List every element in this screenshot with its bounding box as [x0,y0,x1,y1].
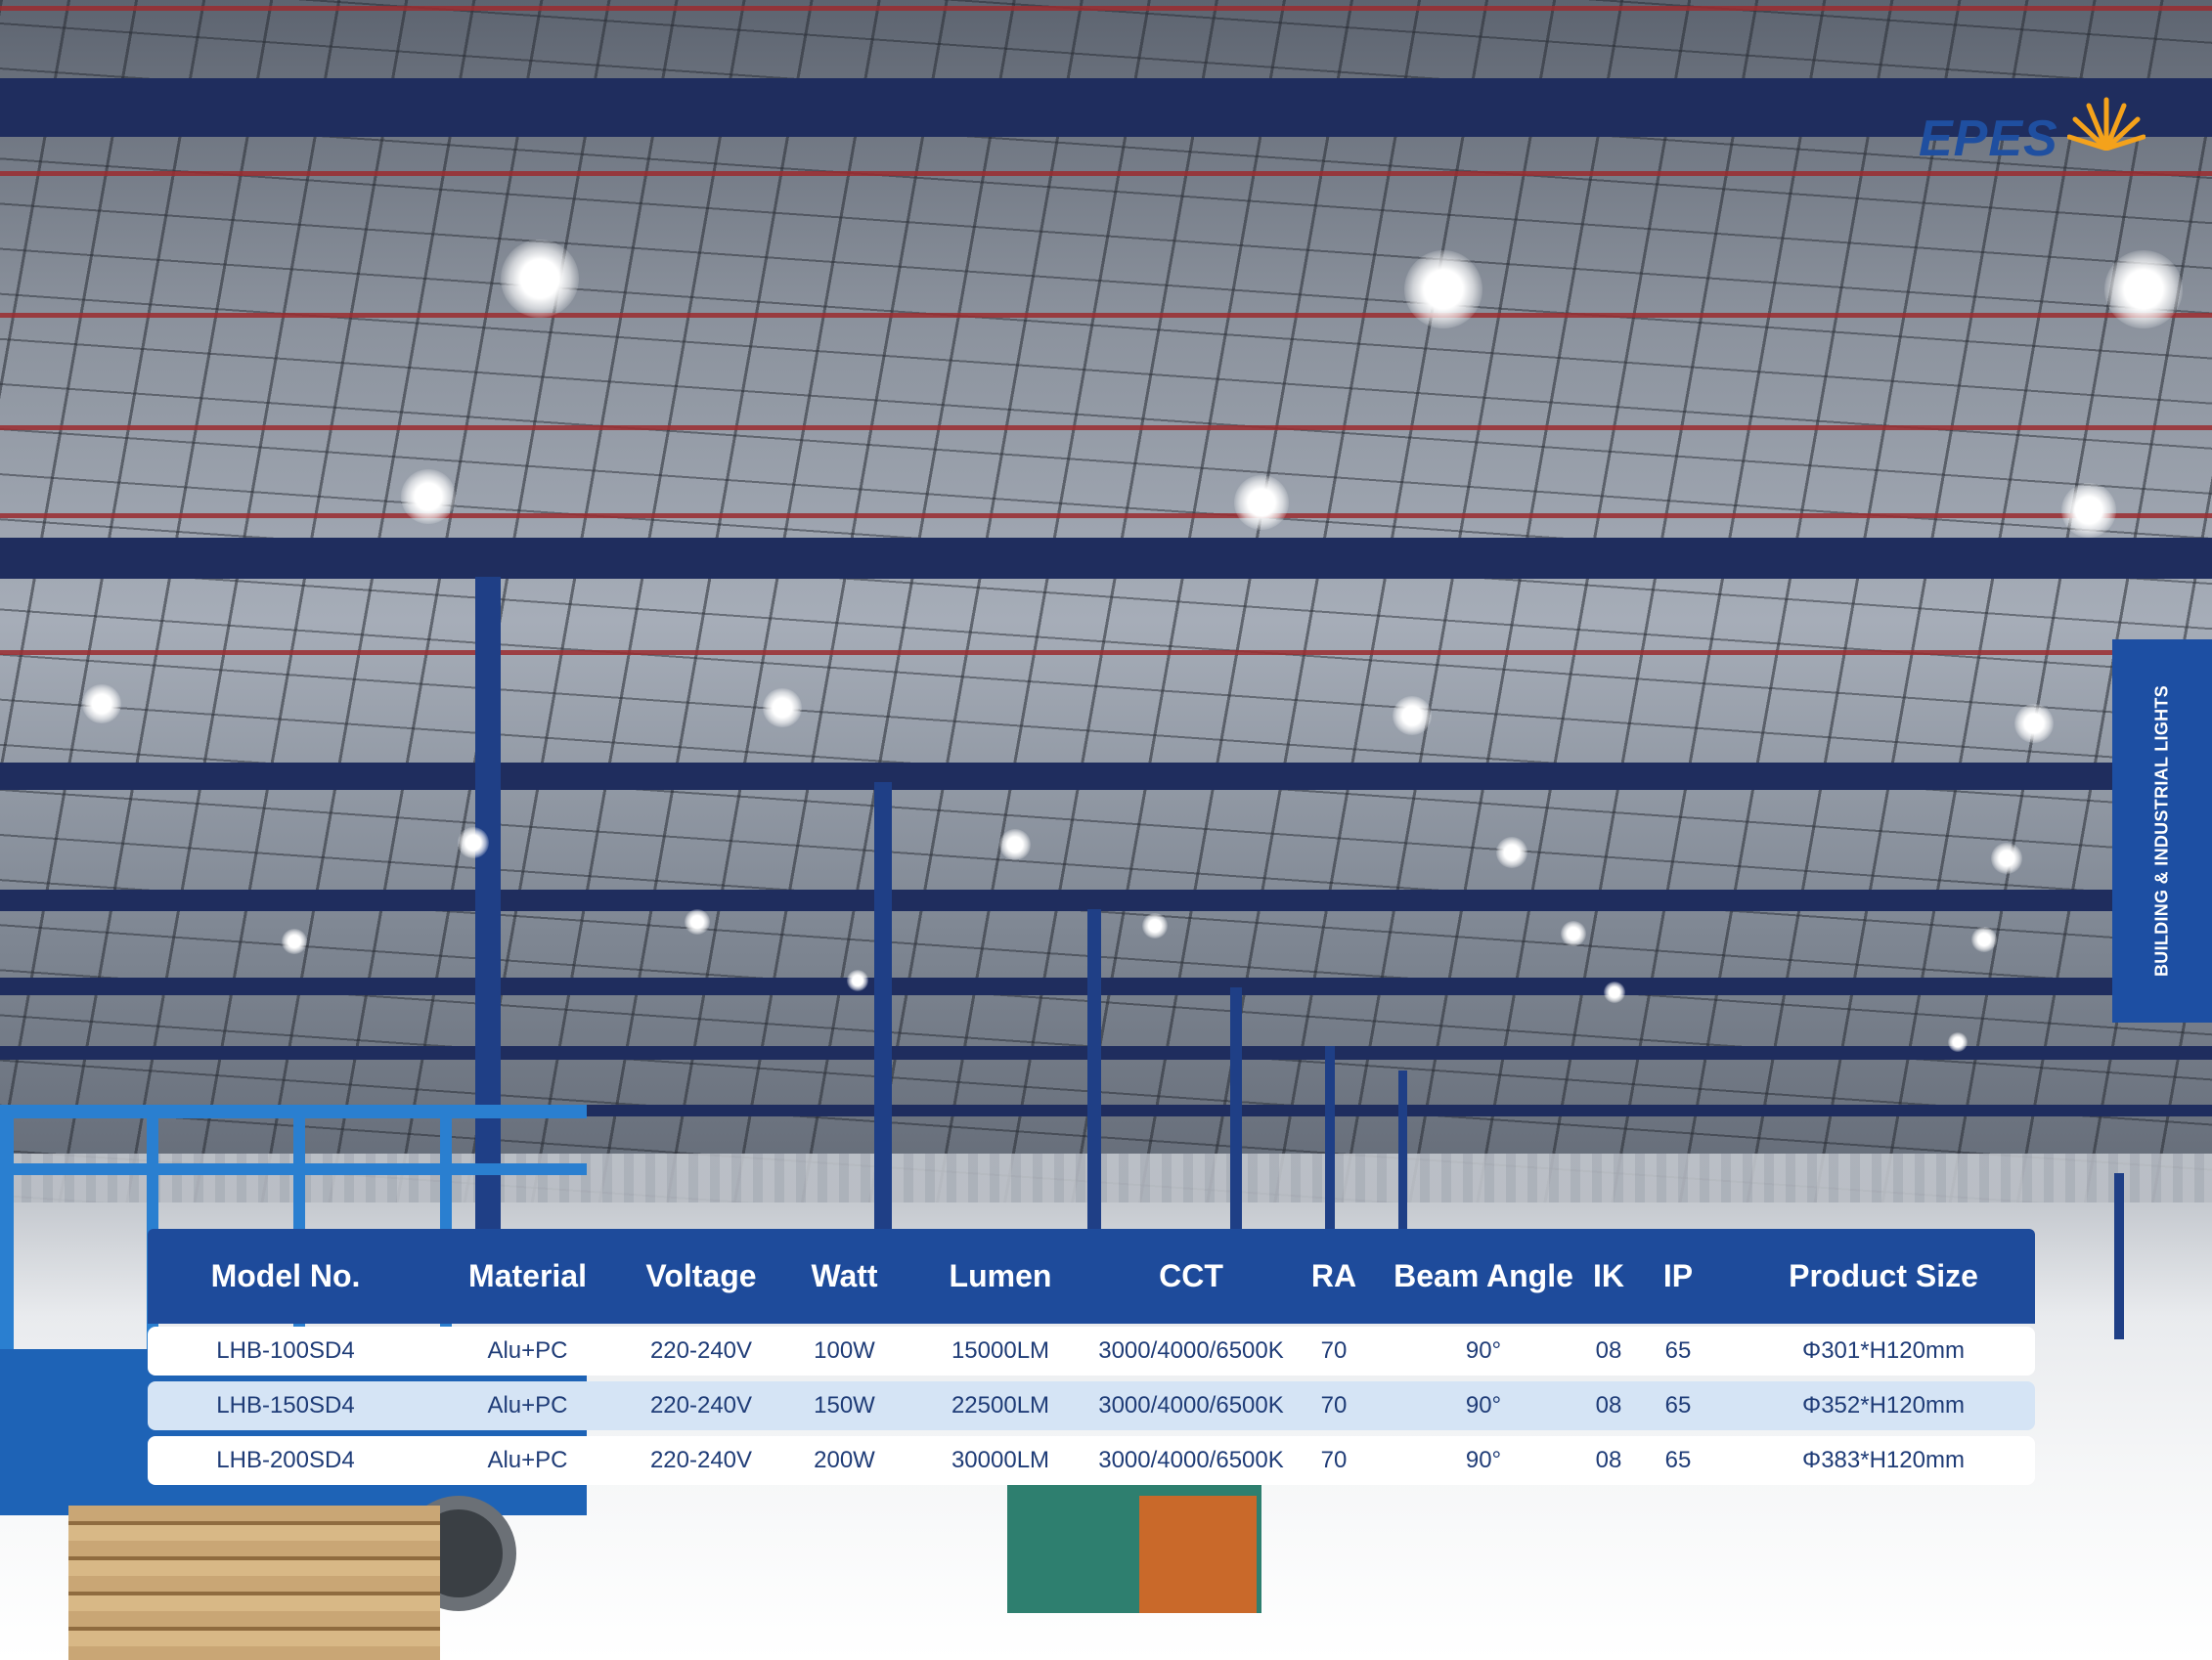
cell-model-no: LHB-200SD4 [216,1447,355,1473]
cell-ik: 08 [1595,1447,1622,1473]
steel-column [1325,1046,1335,1242]
header-product-size: Product Size [1789,1258,1978,1293]
table-row: LHB-200SD4 Alu+PC 220-240V 200W 30000LM … [148,1436,2035,1485]
high-bay-light [2061,483,2116,538]
header-model-no: Model No. [210,1258,361,1293]
cell-product-size: Φ301*H120mm [1802,1337,1965,1364]
red-pipe [0,171,2212,176]
red-pipe [0,513,2212,518]
red-pipe [0,313,2212,318]
table-row: LHB-150SD4 Alu+PC 220-240V 150W 22500LM … [148,1381,2035,1430]
high-bay-light [1234,475,1289,530]
red-pipe [0,650,2212,655]
header-ik: IK [1593,1258,1624,1293]
high-bay-light [999,829,1031,860]
cell-model-no: LHB-100SD4 [216,1337,355,1364]
cell-ip: 65 [1664,1447,1692,1473]
high-bay-light [685,909,710,935]
header-ip: IP [1662,1258,1694,1293]
steel-column [1087,909,1101,1242]
steel-column [1230,987,1242,1242]
category-side-tab: BUILDING & INDUSTRIAL LIGHTS [2112,639,2212,1023]
cell-ip: 65 [1664,1337,1692,1364]
high-bay-light [763,688,802,727]
steel-beam [0,78,2212,137]
high-bay-light [458,827,489,858]
high-bay-light [1404,250,1482,328]
high-bay-light [1561,921,1586,946]
high-bay-light [2014,704,2054,743]
steel-beam [0,890,2212,911]
steel-beam [0,1046,2212,1060]
high-bay-light [1971,927,1997,952]
high-bay-light [82,684,121,723]
cell-ik: 08 [1595,1392,1622,1419]
cell-product-size: Φ383*H120mm [1802,1447,1965,1473]
red-pipe [0,425,2212,430]
table-header-row: Model No. Material Voltage Watt Lumen CC… [148,1229,2035,1324]
high-bay-light [1142,913,1168,939]
cell-product-size: Φ352*H120mm [1802,1392,1965,1419]
epes-logo: EPES [1919,92,2146,174]
logo-wordmark: EPES [1919,110,2058,167]
high-bay-light [282,929,307,954]
high-bay-light [1948,1032,1968,1052]
cell-model-no: LHB-150SD4 [216,1392,355,1419]
high-bay-light [1991,843,2022,874]
high-bay-light [501,240,579,318]
category-label: BUILDING & INDUSTRIAL LIGHTS [2151,684,2172,978]
high-bay-light [847,970,868,991]
steel-beam [0,538,2212,579]
cell-ik: 08 [1595,1337,1622,1364]
steel-column [1398,1070,1407,1242]
high-bay-light [2104,250,2183,328]
steel-beam [0,763,2212,790]
high-bay-light [401,469,456,524]
steel-column [874,782,892,1242]
table-row: LHB-100SD4 Alu+PC 220-240V 100W 15000LM … [148,1327,2035,1376]
lumber-stack [68,1506,440,1660]
sun-rays-icon [2067,97,2146,151]
high-bay-light [1604,982,1625,1003]
high-bay-light [1393,696,1432,735]
steel-column [2114,1173,2124,1339]
high-bay-light [1496,837,1527,868]
steel-beam [0,978,2212,995]
cell-ip: 65 [1664,1392,1692,1419]
red-pipe [0,6,2212,11]
forklift-fork-carriage [1139,1496,1257,1613]
